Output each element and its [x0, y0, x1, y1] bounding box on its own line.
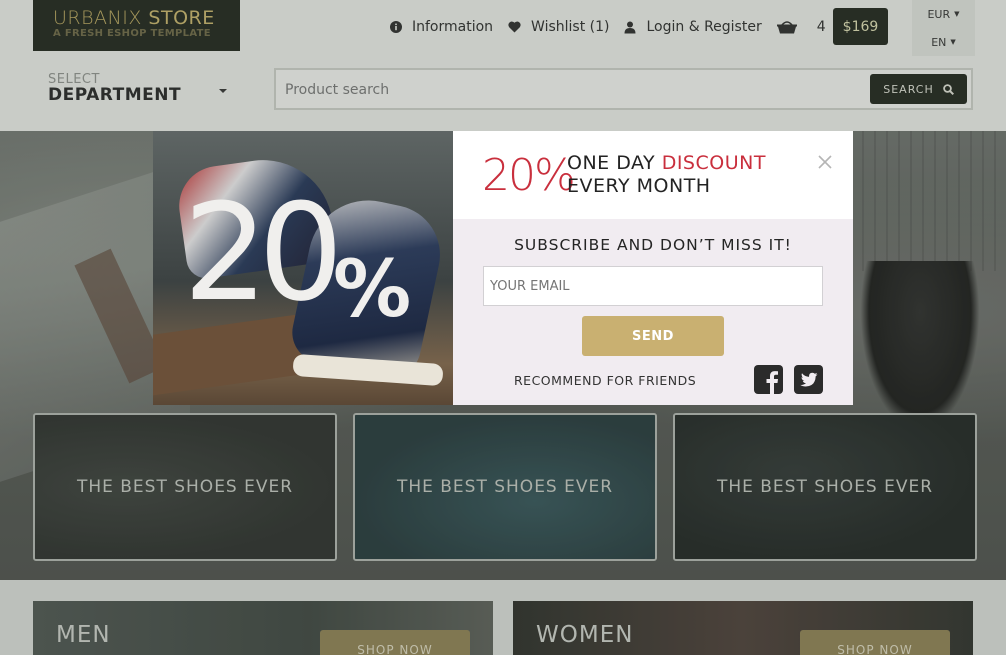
discount-percent: 20%: [482, 150, 576, 201]
send-button[interactable]: SEND: [582, 316, 724, 356]
modal-subscribe-form: SUBSCRIBE AND DON’T MISS IT! SEND RECOMM…: [453, 219, 853, 405]
twitter-icon[interactable]: [794, 365, 823, 394]
modal-header: 20% ONE DAY DISCOUNT EVERY MONTH: [453, 131, 853, 219]
modal-promo-image: 20 %: [153, 131, 453, 405]
promo-image-percent: %: [333, 245, 412, 335]
facebook-icon[interactable]: [754, 365, 783, 394]
close-icon[interactable]: [816, 153, 834, 171]
newsletter-modal: 20 % 20% ONE DAY DISCOUNT EVERY MONTH SU…: [153, 131, 853, 405]
email-field[interactable]: [483, 266, 823, 306]
discount-headline-a: ONE DAY: [567, 152, 662, 174]
discount-headline-highlight: DISCOUNT: [661, 152, 766, 174]
discount-headline: ONE DAY DISCOUNT: [567, 152, 766, 174]
subscribe-title: SUBSCRIBE AND DON’T MISS IT!: [514, 236, 792, 254]
promo-image-number: 20: [183, 175, 343, 331]
modal-content: 20% ONE DAY DISCOUNT EVERY MONTH SUBSCRI…: [453, 131, 853, 405]
recommend-label: RECOMMEND FOR FRIENDS: [514, 373, 697, 388]
discount-subline: EVERY MONTH: [567, 175, 711, 197]
sneaker-sole-image: [292, 353, 444, 387]
